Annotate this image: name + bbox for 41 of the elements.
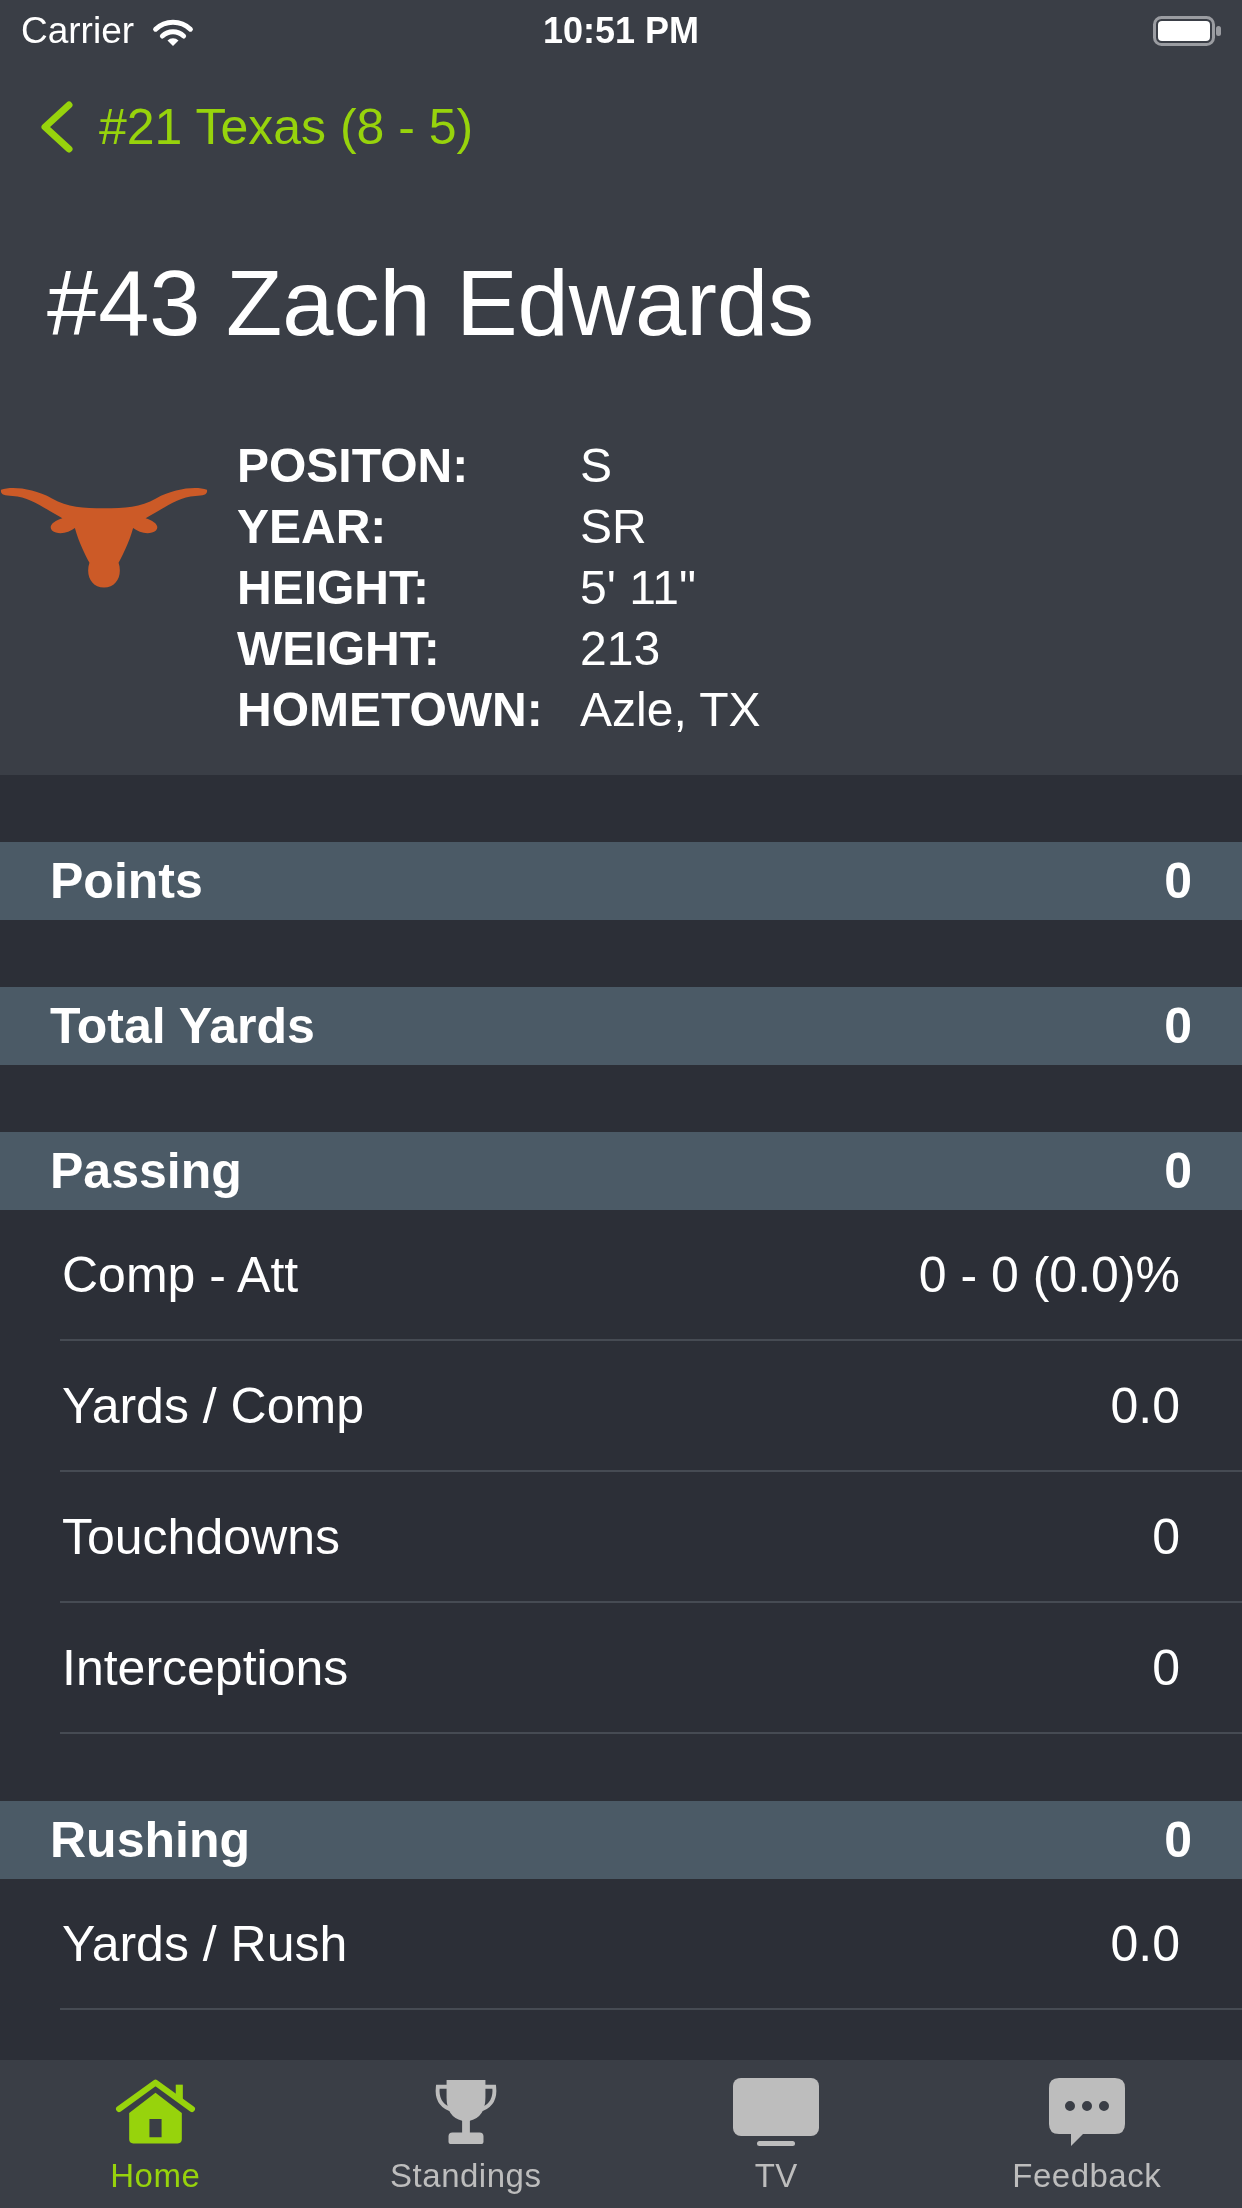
stat-label: Touchdowns xyxy=(62,1507,340,1567)
section-title: Total Yards xyxy=(50,997,315,1056)
stat-value: 0 xyxy=(1152,1507,1180,1567)
battery-icon xyxy=(1153,16,1221,46)
stat-value: 0 - 0 (0.0)% xyxy=(918,1245,1180,1305)
section-title: Passing xyxy=(50,1142,242,1201)
detail-label: HOMETOWN: xyxy=(237,682,544,738)
section-title: Points xyxy=(50,852,203,911)
section-value: 0 xyxy=(1164,1142,1192,1201)
tab-item[interactable]: Feedback xyxy=(931,2060,1242,2208)
detail-label: WEIGHT: xyxy=(237,621,441,677)
tab-item[interactable]: Standings xyxy=(310,2060,621,2208)
detail-value: S xyxy=(580,438,613,494)
stat-value: 0 xyxy=(1152,1638,1180,1698)
house-icon xyxy=(114,2078,196,2146)
stat-label: Yards / Rush xyxy=(62,1914,348,1974)
player-name: #43 Zach Edwards xyxy=(47,251,815,356)
detail-value: 213 xyxy=(580,621,662,677)
tab-item[interactable]: Home xyxy=(0,2060,311,2208)
speech-bubble-icon xyxy=(1048,2078,1125,2146)
detail-value: SR xyxy=(580,499,648,555)
carrier-label: Carrier xyxy=(21,9,135,53)
detail-label: POSITON: xyxy=(237,438,470,494)
status-time: 10:51 PM xyxy=(542,9,700,53)
stat-label: Comp - Att xyxy=(62,1245,299,1305)
section-title: Rushing xyxy=(50,1811,250,1870)
stat-label: Interceptions xyxy=(62,1638,349,1698)
tv-icon xyxy=(733,2078,820,2146)
back-button[interactable]: #21 Texas (8 - 5) xyxy=(39,97,474,157)
section-value: 0 xyxy=(1164,1811,1192,1870)
section-value: 0 xyxy=(1164,997,1192,1056)
stat-label: Yards / Comp xyxy=(62,1376,364,1436)
stat-value: 0.0 xyxy=(1110,1376,1180,1436)
detail-label: YEAR: xyxy=(237,499,388,555)
detail-value: 5' 11" xyxy=(580,560,698,616)
chevron-left-icon xyxy=(39,101,73,153)
tab-item[interactable]: TV xyxy=(621,2060,932,2208)
section-value: 0 xyxy=(1164,852,1192,911)
detail-label: HEIGHT: xyxy=(237,560,430,616)
stat-value: 0.0 xyxy=(1110,1914,1180,1974)
detail-value: Azle, TX xyxy=(580,682,761,738)
